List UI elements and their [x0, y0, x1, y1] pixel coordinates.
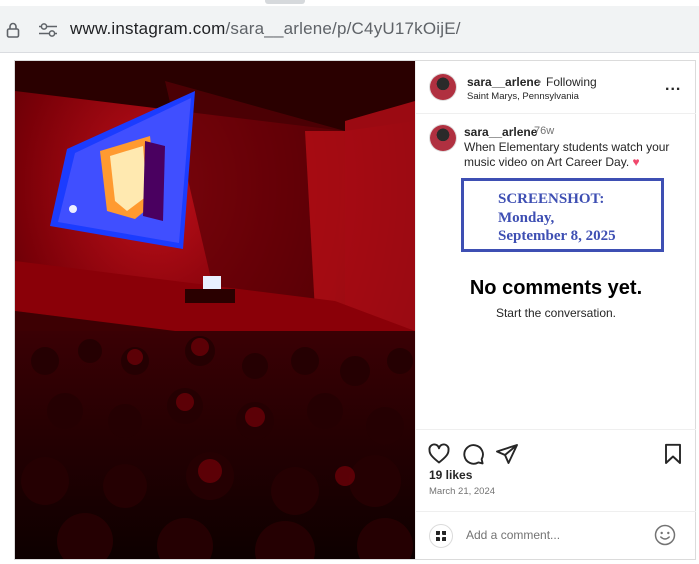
- more-options-icon[interactable]: ...: [665, 77, 681, 95]
- active-tab-edge[interactable]: [265, 0, 305, 4]
- post-header: sara__arlene • Following Saint Marys, Pe…: [416, 61, 696, 114]
- auditorium-photo: [15, 61, 415, 559]
- sticker-icon[interactable]: [429, 524, 453, 548]
- author-username[interactable]: sara__arlene: [467, 75, 540, 89]
- post-date[interactable]: March 21, 2024: [429, 486, 495, 497]
- post-actions: [416, 429, 696, 466]
- url-domain: www.instagram.com: [70, 19, 226, 38]
- like-heart-icon[interactable]: [427, 442, 451, 466]
- following-status[interactable]: Following: [546, 75, 597, 89]
- lock-icon[interactable]: [6, 22, 20, 38]
- screenshot-stamp: SCREENSHOT: Monday, September 8, 2025: [461, 178, 664, 252]
- emoji-icon[interactable]: [654, 524, 676, 546]
- caption-avatar[interactable]: [430, 125, 456, 151]
- stamp-line-3: September 8, 2025: [498, 228, 616, 244]
- comment-bubble-icon[interactable]: [461, 442, 485, 466]
- likes-count[interactable]: 19 likes: [429, 468, 472, 482]
- author-avatar[interactable]: [430, 74, 456, 100]
- add-comment-bar: [416, 511, 696, 560]
- share-send-icon[interactable]: [495, 442, 519, 466]
- post-location[interactable]: Saint Marys, Pennsylvania: [467, 91, 579, 102]
- browser-url-bar: www.instagram.com/sara__arlene/p/C4yU17k…: [0, 0, 699, 53]
- stamp-line-2: Monday,: [498, 210, 555, 226]
- address-field[interactable]: www.instagram.com/sara__arlene/p/C4yU17k…: [70, 19, 461, 39]
- caption-username[interactable]: sara__arlene: [464, 125, 537, 139]
- caption-text: When Elementary students watch your musi…: [464, 140, 686, 170]
- add-comment-input[interactable]: [466, 525, 636, 545]
- post-sidebar: sara__arlene • Following Saint Marys, Pe…: [415, 61, 696, 559]
- post-photo[interactable]: [15, 61, 415, 559]
- caption-age[interactable]: 76w: [534, 125, 554, 137]
- no-comments-title: No comments yet.: [469, 277, 643, 299]
- header-separator: •: [537, 75, 542, 89]
- start-conversation-text: Start the conversation.: [495, 306, 617, 320]
- qr-grid-icon: [436, 531, 446, 541]
- url-path: /sara__arlene/p/C4yU17kOijE/: [225, 19, 461, 38]
- instagram-post: sara__arlene • Following Saint Marys, Pe…: [14, 60, 696, 560]
- tab-strip: [0, 0, 699, 6]
- stamp-line-1: SCREENSHOT:: [498, 191, 605, 207]
- save-bookmark-icon[interactable]: [661, 442, 685, 466]
- heart-emoji: ♥: [632, 155, 640, 169]
- tune-icon[interactable]: [38, 22, 58, 38]
